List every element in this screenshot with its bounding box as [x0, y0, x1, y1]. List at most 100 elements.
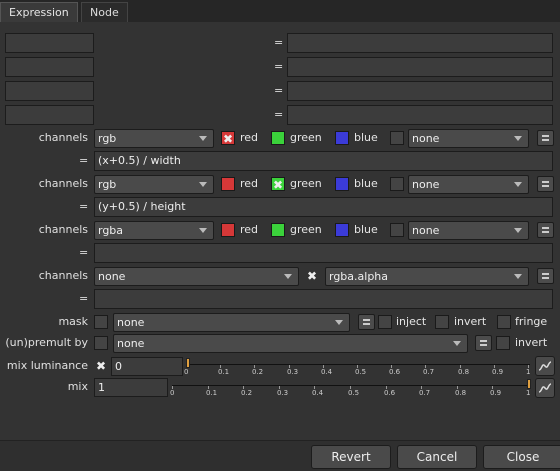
channels-dropdown-3[interactable]: rgba — [94, 221, 214, 240]
red-checkbox-2[interactable] — [221, 177, 235, 191]
chevron-down-icon — [514, 136, 522, 141]
channels-label: channels — [38, 269, 88, 282]
channels-dropdown-1[interactable]: rgb — [94, 129, 214, 148]
blue-checkbox-1[interactable] — [335, 131, 349, 145]
slider-tick-label: 0.3 — [287, 368, 299, 376]
extra-checkbox-2[interactable] — [390, 177, 404, 191]
alpha-extra-dropdown[interactable]: rgba.alpha — [325, 267, 529, 286]
link-button-4[interactable] — [537, 268, 554, 284]
slider-tick-label: 0.1 — [218, 368, 230, 376]
revert-button[interactable]: Revert — [311, 445, 391, 469]
temp-expr-field-3[interactable] — [287, 81, 553, 101]
temp-expr-field-4[interactable] — [287, 105, 553, 125]
equals-label: = — [274, 36, 284, 49]
mask-link-button[interactable] — [358, 314, 375, 330]
expression-field-1[interactable]: (x+0.5) / width — [94, 151, 553, 171]
slider-track — [186, 364, 530, 365]
equals-label: = — [79, 292, 89, 305]
channels-label: channels — [38, 223, 88, 236]
check-x-icon: ✖ — [222, 132, 234, 146]
premult-dropdown[interactable]: none — [113, 334, 468, 353]
green-checkbox-3[interactable] — [271, 223, 285, 237]
green-checkbox-2[interactable]: ✖ — [271, 177, 285, 192]
blue-checkbox-3[interactable] — [335, 223, 349, 237]
alpha-checkbox[interactable]: ✖ — [305, 269, 319, 283]
link-button-3[interactable] — [537, 222, 554, 238]
mix-slider[interactable]: 0 0.1 0.2 0.3 0.4 0.5 0.6 0.7 0.8 0.9 1 — [170, 379, 532, 401]
slider-tick-label: 0.5 — [348, 389, 360, 397]
temp-expr-field-1[interactable] — [287, 33, 553, 53]
inject-label: inject — [396, 315, 427, 328]
mask-dropdown[interactable]: none — [113, 313, 350, 332]
tab-expression[interactable]: Expression — [0, 2, 78, 22]
mask-checkbox[interactable] — [94, 315, 108, 329]
slider-tick-label: 0.6 — [384, 389, 396, 397]
link-button-2[interactable] — [537, 176, 554, 192]
temp-name-field-1[interactable] — [5, 33, 94, 53]
slider-tick-label: 0.1 — [206, 389, 218, 397]
mix-luminance-checkbox[interactable]: ✖ — [94, 359, 108, 373]
extra-checkbox-1[interactable] — [390, 131, 404, 145]
cancel-button[interactable]: Cancel — [397, 445, 477, 469]
slider-handle[interactable] — [186, 358, 190, 368]
premult-link-button[interactable] — [475, 335, 492, 351]
red-checkbox-3[interactable] — [221, 223, 235, 237]
equals-label: = — [79, 154, 89, 167]
red-label: red — [240, 223, 259, 236]
blue-checkbox-2[interactable] — [335, 177, 349, 191]
chevron-down-icon — [335, 320, 343, 325]
slider-handle[interactable] — [527, 379, 531, 389]
extra-checkbox-3[interactable] — [390, 223, 404, 237]
equals-label: = — [274, 108, 284, 121]
slider-tick-label: 0.9 — [492, 368, 504, 376]
slider-tick-label: 0.4 — [312, 389, 324, 397]
slider-tick-label: 1 — [526, 368, 531, 376]
chevron-down-icon — [514, 274, 522, 279]
mix-luminance-curve-button[interactable] — [535, 356, 555, 376]
mask-invert-checkbox[interactable] — [435, 315, 449, 329]
chevron-down-icon — [199, 136, 207, 141]
tab-node[interactable]: Node — [81, 2, 128, 22]
blue-label: blue — [354, 131, 378, 144]
extra-channel-dropdown-2[interactable]: none — [408, 175, 529, 194]
channels-dropdown-2[interactable]: rgb — [94, 175, 214, 194]
expression-field-2[interactable]: (y+0.5) / height — [94, 197, 553, 217]
chevron-down-icon — [199, 182, 207, 187]
expression-field-3[interactable] — [94, 243, 553, 263]
chevron-down-icon — [514, 228, 522, 233]
temp-name-field-2[interactable] — [5, 57, 94, 77]
slider-tick-label: 0.3 — [277, 389, 289, 397]
alpha-channels-dropdown[interactable]: none — [94, 267, 299, 286]
mix-luminance-input[interactable]: 0 — [111, 357, 183, 376]
link-button-1[interactable] — [537, 130, 554, 146]
green-label: green — [290, 223, 322, 236]
slider-tick-label: 1 — [526, 389, 531, 397]
green-label: green — [290, 177, 322, 190]
channels-label: channels — [38, 177, 88, 190]
mix-input[interactable]: 1 — [94, 378, 168, 397]
red-checkbox-1[interactable]: ✖ — [221, 131, 235, 146]
chevron-down-icon — [453, 341, 461, 346]
premult-label: (un)premult by — [5, 336, 88, 349]
extra-channel-dropdown-1[interactable]: none — [408, 129, 529, 148]
fringe-checkbox[interactable] — [497, 315, 511, 329]
mix-curve-button[interactable] — [535, 378, 555, 398]
slider-track — [172, 385, 530, 386]
extra-channel-dropdown-3[interactable]: none — [408, 221, 529, 240]
temp-expr-field-2[interactable] — [287, 57, 553, 77]
expression-field-alpha[interactable] — [94, 289, 553, 309]
mask-invert-label: invert — [454, 315, 487, 328]
premult-checkbox[interactable] — [94, 336, 108, 350]
equals-label: = — [79, 246, 89, 259]
temp-name-field-3[interactable] — [5, 81, 94, 101]
mix-luminance-slider[interactable]: 0 0.1 0.2 0.3 0.4 0.5 0.6 0.7 0.8 0.9 1 — [184, 358, 532, 380]
temp-name-field-4[interactable] — [5, 105, 94, 125]
slider-tick-label: 0.6 — [389, 368, 401, 376]
mix-luminance-label: mix luminance — [6, 359, 88, 372]
close-button[interactable]: Close — [483, 445, 560, 469]
check-x-icon: ✖ — [272, 178, 284, 192]
inject-checkbox[interactable] — [378, 315, 392, 329]
premult-invert-checkbox[interactable] — [496, 336, 510, 350]
green-checkbox-1[interactable] — [271, 131, 285, 145]
slider-tick-label: 0.7 — [423, 368, 435, 376]
